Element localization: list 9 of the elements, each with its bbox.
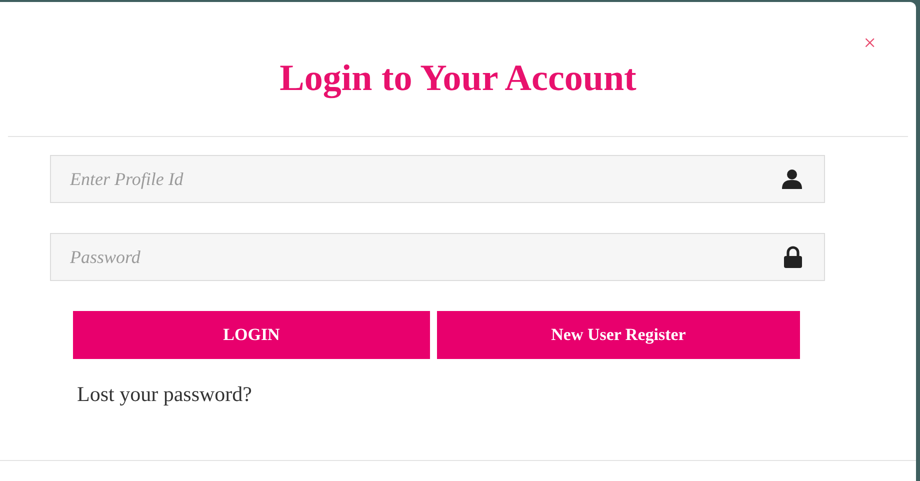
lock-icon [783,246,803,268]
password-field[interactable]: Password [50,233,825,281]
login-button[interactable]: LOGIN [73,311,430,359]
register-button[interactable]: New User Register [437,311,800,359]
dialog-title: Login to Your Account [280,57,636,101]
user-icon [781,168,803,190]
profile-id-field[interactable]: Enter Profile Id [50,155,825,203]
close-button[interactable]: × [864,32,876,54]
lost-password-link[interactable]: Lost your password? [77,382,252,406]
